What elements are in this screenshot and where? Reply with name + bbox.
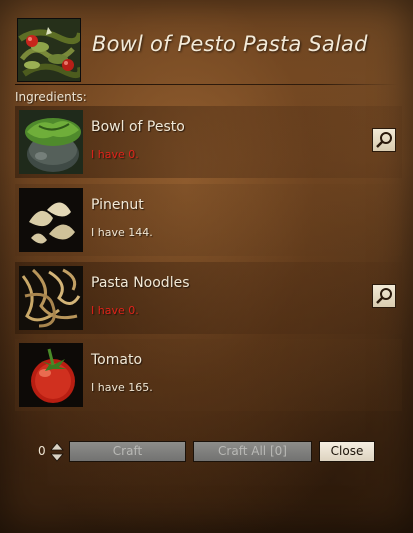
ingredient-name: Pinenut [91, 197, 144, 213]
craft-button[interactable]: Craft [69, 441, 186, 462]
chevron-up-icon [50, 442, 64, 451]
ingredient-name: Tomato [91, 352, 143, 368]
ingredient-row-pinenut: Pinenut I have 144. [15, 184, 402, 256]
pinenut-icon [19, 188, 83, 252]
crafting-window: Bowl of Pesto Pasta Salad Ingredients: B… [0, 0, 413, 533]
ingredient-name: Bowl of Pesto [91, 119, 185, 135]
ingredient-row-bowl-of-pesto: Bowl of Pesto I have 0. [15, 106, 402, 178]
pasta-noodles-icon [19, 266, 83, 330]
ingredient-count: I have 165. [91, 381, 153, 394]
header-divider [15, 84, 398, 85]
ingredient-count: I have 0. [91, 148, 139, 161]
quantity-stepper[interactable] [49, 441, 65, 463]
ingredient-row-pasta-noodles: Pasta Noodles I have 0. [15, 262, 402, 334]
ingredient-row-tomato: Tomato I have 165. [15, 339, 402, 411]
search-source-button[interactable] [372, 284, 396, 308]
chevron-down-icon [50, 453, 64, 462]
search-source-button[interactable] [372, 128, 396, 152]
ingredient-count: I have 144. [91, 226, 153, 239]
magnifier-icon [376, 132, 392, 148]
ingredient-count: I have 0. [91, 304, 139, 317]
bowl-of-pesto-icon [19, 110, 83, 174]
craft-quantity: 0 [38, 444, 46, 458]
tomato-icon [19, 343, 83, 407]
ingredients-label: Ingredients: [15, 90, 87, 104]
close-button[interactable]: Close [319, 441, 375, 462]
ingredient-name: Pasta Noodles [91, 275, 190, 291]
magnifier-icon [376, 288, 392, 304]
recipe-title: Bowl of Pesto Pasta Salad [92, 32, 368, 56]
pesto-pasta-salad-icon [17, 18, 81, 82]
craft-all-button[interactable]: Craft All [0] [193, 441, 312, 462]
